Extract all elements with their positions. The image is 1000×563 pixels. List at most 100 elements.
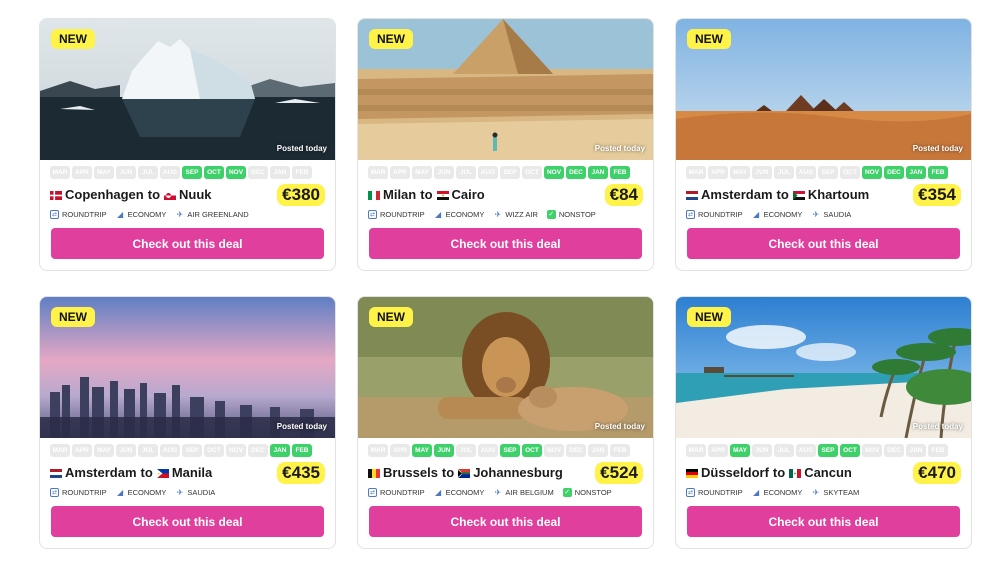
month-chip: JUL bbox=[138, 444, 158, 457]
month-chip: SEP bbox=[818, 166, 838, 179]
deal-tag-label: ROUNDTRIP bbox=[380, 488, 425, 497]
month-availability: MAR APR MAY JUN JUL AUG SEP OCT NOV DEC JAN FEB bbox=[686, 444, 948, 457]
route-connector: to bbox=[441, 465, 455, 480]
month-chip: JAN bbox=[270, 444, 290, 457]
roundtrip-icon: ⇄ bbox=[50, 488, 59, 497]
seat-icon: ◢ bbox=[753, 210, 760, 219]
month-chip: MAR bbox=[686, 444, 706, 457]
month-chip: JUN bbox=[434, 444, 454, 457]
origin-city: Amsterdam bbox=[701, 187, 773, 202]
destination-flag-icon bbox=[436, 187, 451, 202]
destination-photo: NEW Posted today bbox=[358, 297, 653, 438]
deal-tags: ⇄ ROUNDTRIP ◢ ECONOMY ✈ AIR BELGIUM ✓ NONSTOP bbox=[368, 488, 612, 497]
destination-city: Khartoum bbox=[807, 187, 870, 202]
month-chip: DEC bbox=[884, 444, 904, 457]
month-chip: SEP bbox=[818, 444, 838, 457]
month-chip: AUG bbox=[796, 444, 816, 457]
month-chip: OCT bbox=[204, 166, 224, 179]
month-chip: MAY bbox=[730, 444, 750, 457]
plane-icon: ✈ bbox=[812, 488, 820, 497]
destination-city: Nuuk bbox=[179, 187, 212, 202]
deal-tags: ⇄ ROUNDTRIP ◢ ECONOMY ✈ SAUDIA bbox=[686, 210, 851, 219]
new-badge: NEW bbox=[369, 29, 413, 49]
deal-tag-label: SAUDIA bbox=[823, 210, 852, 219]
deal-tag: ✈ WIZZ AIR bbox=[493, 210, 538, 219]
deal-tag-label: SAUDIA bbox=[187, 488, 216, 497]
deal-tag: ✈ AIR GREENLAND bbox=[175, 210, 249, 219]
month-availability: MAR APR MAY JUN JUL AUG SEP OCT NOV DEC JAN FEB bbox=[368, 166, 630, 179]
posted-label: Posted today bbox=[594, 422, 645, 431]
month-chip: FEB bbox=[610, 166, 630, 179]
check-deal-button[interactable]: Check out this deal bbox=[369, 506, 642, 537]
month-chip: OCT bbox=[840, 444, 860, 457]
month-chip: MAR bbox=[50, 166, 70, 179]
deal-tag-label: WIZZ AIR bbox=[505, 210, 538, 219]
destination-photo: NEW Posted today bbox=[40, 19, 335, 160]
month-chip: NOV bbox=[226, 444, 246, 457]
deal-tag: ◢ ECONOMY bbox=[434, 488, 485, 497]
origin-flag-icon bbox=[50, 187, 64, 202]
seat-icon: ◢ bbox=[117, 488, 124, 497]
month-availability: MAR APR MAY JUN JUL AUG SEP OCT NOV DEC JAN FEB bbox=[686, 166, 948, 179]
origin-city: Amsterdam bbox=[65, 465, 137, 480]
new-badge: NEW bbox=[51, 29, 95, 49]
month-chip: JUL bbox=[456, 166, 476, 179]
price-badge: €435 bbox=[277, 462, 325, 484]
month-chip: APR bbox=[72, 166, 92, 179]
month-chip: AUG bbox=[160, 166, 180, 179]
month-chip: JUN bbox=[434, 166, 454, 179]
deal-card[interactable]: NEW Posted today MAR APR MAY JUN JUL AUG SEP OCT N… bbox=[357, 18, 654, 271]
posted-label: Posted today bbox=[912, 144, 963, 153]
deal-tag: ✈ SKYTEAM bbox=[811, 488, 860, 497]
deal-card[interactable]: NEW Posted today MAR APR MAY JUN JUL AUG SEP OCT N… bbox=[39, 18, 336, 271]
month-chip: DEC bbox=[566, 166, 586, 179]
deal-tag-label: NONSTOP bbox=[558, 210, 596, 219]
month-chip: FEB bbox=[292, 166, 312, 179]
check-deal-button[interactable]: Check out this deal bbox=[369, 228, 642, 259]
month-chip: SEP bbox=[182, 166, 202, 179]
deal-tag-label: AIR GREENLAND bbox=[187, 210, 249, 219]
month-chip: JAN bbox=[906, 444, 926, 457]
origin-city: Brussels bbox=[383, 465, 438, 480]
deal-tag-label: ECONOMY bbox=[445, 488, 485, 497]
month-chip: JUN bbox=[116, 166, 136, 179]
month-chip: DEC bbox=[248, 444, 268, 457]
month-chip: JAN bbox=[588, 166, 608, 179]
month-chip: FEB bbox=[928, 444, 948, 457]
deal-tag: ◢ ECONOMY bbox=[752, 210, 802, 219]
deal-card[interactable]: NEW Posted today MAR APR MAY JUN JUL AUG SEP OCT N… bbox=[675, 18, 972, 271]
deal-tag: ⇄ ROUNDTRIP bbox=[368, 488, 425, 497]
deal-tags: ⇄ ROUNDTRIP ◢ ECONOMY ✈ AIR GREENLAND bbox=[50, 210, 249, 219]
month-chip: NOV bbox=[544, 444, 564, 457]
deal-card[interactable]: NEW Posted today MAR APR MAY JUN JUL AUG SEP OCT N… bbox=[675, 296, 972, 549]
month-chip: MAR bbox=[686, 166, 706, 179]
check-deal-button[interactable]: Check out this deal bbox=[687, 506, 960, 537]
check-deal-button[interactable]: Check out this deal bbox=[51, 228, 324, 259]
month-chip: JUN bbox=[116, 444, 136, 457]
posted-label: Posted today bbox=[912, 422, 963, 431]
month-chip: DEC bbox=[248, 166, 268, 179]
month-availability: MAR APR MAY JUN JUL AUG SEP OCT NOV DEC JAN FEB bbox=[50, 444, 312, 457]
route-connector: to bbox=[772, 465, 786, 480]
deal-tag: ⇄ ROUNDTRIP bbox=[50, 210, 107, 219]
deal-tag-label: ROUNDTRIP bbox=[380, 210, 425, 219]
deal-card[interactable]: NEW Posted today MAR APR MAY JUN JUL AUG SEP OCT N… bbox=[39, 296, 336, 549]
deal-tag: ✈ SAUDIA bbox=[175, 488, 216, 497]
origin-flag-icon bbox=[686, 187, 700, 202]
deal-tag-label: ECONOMY bbox=[763, 488, 803, 497]
route-title: Copenhagen to Nuuk bbox=[50, 187, 212, 202]
check-deal-button[interactable]: Check out this deal bbox=[687, 228, 960, 259]
month-chip: APR bbox=[708, 166, 728, 179]
month-chip: MAY bbox=[94, 444, 114, 457]
new-badge: NEW bbox=[369, 307, 413, 327]
deal-tag: ✓ NONSTOP bbox=[546, 210, 596, 219]
deal-card[interactable]: NEW Posted today MAR APR MAY JUN JUL AUG SEP OCT N… bbox=[357, 296, 654, 549]
month-chip: JAN bbox=[270, 166, 290, 179]
check-deal-button[interactable]: Check out this deal bbox=[51, 506, 324, 537]
plane-icon: ✈ bbox=[176, 488, 184, 497]
roundtrip-icon: ⇄ bbox=[686, 488, 695, 497]
deal-tag-label: AIR BELGIUM bbox=[505, 488, 554, 497]
destination-city: Cancun bbox=[804, 465, 852, 480]
deal-tags: ⇄ ROUNDTRIP ◢ ECONOMY ✈ WIZZ AIR ✓ NONSTOP bbox=[368, 210, 596, 219]
month-chip: OCT bbox=[840, 166, 860, 179]
